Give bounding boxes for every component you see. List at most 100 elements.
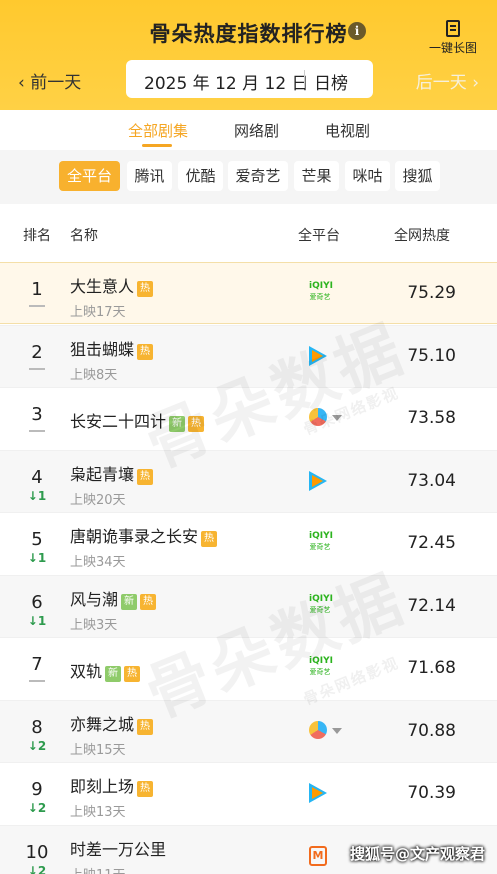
table-row[interactable]: 9 ↓2 即刻上场热上映13天 70.39 (0, 762, 497, 824)
heat-value: 70.39 (407, 783, 456, 803)
rank-change: ↓1 (24, 489, 50, 503)
prev-day-button[interactable]: ‹ 前一天 (18, 68, 81, 93)
arrow-down-icon: ↓ (27, 551, 38, 565)
prev-day-label: 前一天 (30, 73, 82, 93)
table-row[interactable]: 6 ↓1 风与潮新热上映3天 iQIYI 爱奇艺 72.14 (0, 574, 497, 637)
chip-mango[interactable]: 芒果 (294, 161, 339, 191)
table-row[interactable]: 7 双轨新热 iQIYI 爱奇艺 71.68 (0, 637, 497, 699)
new-badge: 新 (121, 593, 138, 610)
rank-change-value: 1 (37, 613, 47, 628)
hot-badge: 热 (137, 718, 154, 735)
table-row[interactable]: 1 大生意人热上映17天 iQIYI 爱奇艺 75.29 (0, 262, 497, 324)
chip-youku[interactable]: 优酷 (178, 161, 223, 191)
iqiyi-logo-icon: iQIYI 爱奇艺 (309, 281, 333, 305)
chip-sohu[interactable]: 搜狐 (395, 161, 440, 191)
table-row[interactable]: 8 ↓2 亦舞之城热上映15天 70.88 (0, 699, 497, 762)
hot-badge: 热 (137, 781, 154, 797)
date-picker[interactable]: 2025 年 12 月 12 日 日榜 (126, 60, 373, 98)
series-title[interactable]: 唐朝诡事录之长安 (70, 527, 198, 546)
days-on-air: 上映20天 (70, 492, 126, 508)
hot-badge: 热 (124, 666, 141, 682)
hot-badge: 热 (137, 468, 154, 485)
col-name: 名称 (70, 228, 98, 244)
tab-web-series[interactable]: 网络剧 (234, 120, 279, 141)
chip-migu[interactable]: 咪咕 (345, 161, 390, 191)
hot-badge: 热 (140, 593, 157, 610)
col-heat: 全网热度 (394, 228, 450, 244)
no-change-dash (29, 430, 45, 432)
iqiyi-logo-sub: 爱奇艺 (309, 293, 331, 301)
arrow-down-icon: ↓ (27, 801, 38, 815)
tencent-video-logo-icon (309, 781, 329, 803)
days-on-air: 上映8天 (70, 367, 118, 383)
arrow-down-icon: ↓ (27, 488, 38, 503)
rank-number: 2 (31, 341, 43, 363)
tencent-video-logo-icon (309, 469, 329, 491)
no-change-dash (29, 367, 45, 370)
days-on-air: 上映15天 (70, 742, 126, 758)
table-row[interactable]: 3 长安二十四计新热 73.58 (0, 387, 497, 449)
arrow-down-icon: ↓ (27, 613, 38, 628)
series-title[interactable]: 即刻上场 (70, 777, 134, 796)
iqiyi-logo-icon: iQIYI 爱奇艺 (309, 531, 333, 555)
heat-value: 72.14 (407, 595, 456, 616)
new-badge: 新 (169, 416, 186, 432)
series-title[interactable]: 风与潮 (70, 590, 118, 609)
days-on-air: 上映17天 (70, 305, 126, 320)
date-mode: 日榜 (314, 74, 348, 94)
rank-number: 1 (31, 279, 43, 300)
heat-value: 71.68 (407, 658, 456, 678)
heat-value: 72.45 (407, 533, 456, 553)
title-line: 亦舞之城热 (70, 711, 154, 735)
table-row[interactable]: 2 狙击蝴蝶热上映8天 75.10 (0, 324, 497, 387)
rank-change-value: 2 (37, 738, 47, 753)
rank-change: ↓1 (24, 614, 50, 628)
table-row[interactable]: 5 ↓1 唐朝诡事录之长安热上映34天 iQIYI 爱奇艺 72.45 (0, 512, 497, 574)
dropdown-arrow-icon[interactable] (332, 415, 342, 421)
mango-tv-logo-icon: M (309, 844, 327, 866)
days-on-air: 上映11天 (70, 864, 126, 874)
table-row[interactable]: 4 ↓1 枭起青壤热上映20天 73.04 (0, 449, 497, 512)
rank-number: 3 (31, 404, 43, 425)
table-header: 排名 名称 全平台 全网热度 (0, 204, 497, 262)
info-icon[interactable]: i (348, 22, 366, 40)
col-rank: 排名 (23, 228, 51, 244)
category-tabs: 全部剧集 网络剧 电视剧 (0, 110, 497, 150)
chip-tencent[interactable]: 腾讯 (127, 161, 172, 191)
dropdown-arrow-icon[interactable] (332, 727, 342, 734)
chip-iqiyi[interactable]: 爱奇艺 (228, 161, 288, 191)
arrow-down-icon: ↓ (27, 863, 38, 874)
new-badge: 新 (105, 666, 122, 682)
rank-change: ↓2 (24, 739, 50, 753)
chevron-left-icon: ‹ (18, 73, 31, 93)
tab-all-series[interactable]: 全部剧集 (128, 120, 188, 141)
tab-tv-series[interactable]: 电视剧 (325, 120, 370, 141)
iqiyi-logo-text: iQIYI (309, 531, 333, 541)
next-day-button[interactable]: 后一天 › (416, 68, 479, 93)
series-title[interactable]: 双轨 (70, 662, 102, 681)
multi-platform-logo-icon (309, 719, 342, 741)
no-change-dash (29, 680, 45, 682)
title-line: 大生意人热 (70, 273, 154, 297)
series-title[interactable]: 时差一万公里 (70, 840, 166, 859)
series-title[interactable]: 长安二十四计 (70, 412, 166, 431)
heat-value: 73.58 (407, 408, 456, 428)
long-image-button[interactable]: 一键长图 (421, 20, 485, 56)
series-title[interactable]: 亦舞之城 (70, 715, 134, 734)
rank-number: 10 (25, 841, 49, 863)
hot-badge: 热 (201, 531, 218, 547)
rank-number: 9 (31, 779, 43, 800)
title-line: 双轨新热 (70, 658, 141, 682)
iqiyi-logo-icon: iQIYI 爱奇艺 (309, 656, 333, 680)
rank-change-value: 2 (37, 801, 47, 815)
title-line: 即刻上场热 (70, 773, 154, 797)
days-on-air: 上映3天 (70, 617, 118, 633)
rank-number: 5 (31, 529, 43, 550)
chip-all-platforms[interactable]: 全平台 (59, 161, 120, 191)
series-title[interactable]: 狙击蝴蝶 (70, 340, 134, 359)
series-title[interactable]: 枭起青壤 (70, 465, 134, 484)
series-title[interactable]: 大生意人 (70, 277, 134, 296)
title-line: 风与潮新热 (70, 586, 157, 610)
heat-value: 75.29 (407, 283, 456, 303)
long-image-label: 一键长图 (428, 41, 477, 55)
